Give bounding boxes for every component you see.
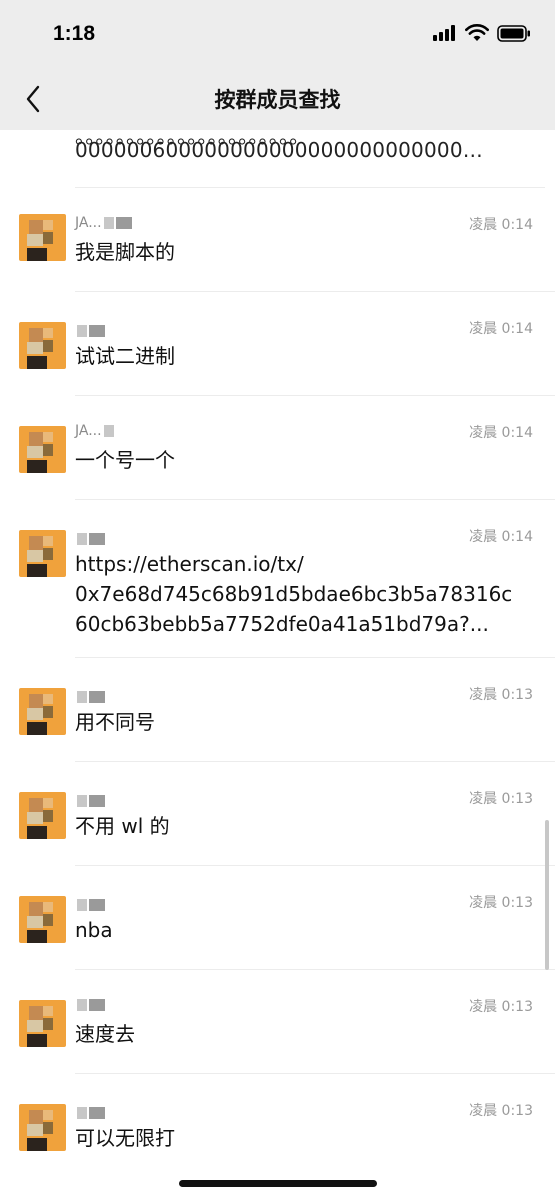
sender-name [75, 1104, 105, 1122]
wifi-icon [465, 24, 489, 41]
message-text: 一个号一个 [75, 448, 175, 472]
sender-name [75, 530, 105, 548]
sender-name [75, 688, 105, 706]
avatar[interactable] [19, 530, 66, 577]
sender-name [75, 896, 105, 914]
scrollbar[interactable] [545, 820, 549, 970]
message-text: 000000600000000000000000000000… [75, 138, 483, 162]
message-text: nba [75, 918, 113, 942]
message-text: 我是脚本的 [75, 240, 175, 264]
nav-bar: 按群成员查找 [0, 70, 555, 130]
message-time: 凌晨 0:14 [469, 321, 533, 337]
message-text: 速度去 [75, 1022, 135, 1046]
result-item-partial[interactable]: 。。。。。。。。。。。。。。。。。。。。。。 00000060000000000… [75, 130, 545, 188]
sender-name: JA... [75, 214, 132, 232]
message-time: 凌晨 0:13 [469, 999, 533, 1015]
result-item[interactable]: 凌晨 0:13 用不同号 [0, 658, 555, 762]
message-text: 不用 wl 的 [75, 814, 170, 838]
result-item[interactable]: 凌晨 0:13 速度去 [0, 970, 555, 1074]
avatar[interactable] [19, 792, 66, 839]
result-item[interactable]: JA... 凌晨 0:14 一个号一个 [0, 396, 555, 500]
message-text: 试试二进制 [75, 344, 175, 368]
cellular-signal-icon [433, 25, 455, 41]
avatar[interactable] [19, 896, 66, 943]
avatar[interactable] [19, 214, 66, 261]
status-icons [433, 24, 531, 42]
message-time: 凌晨 0:13 [469, 791, 533, 807]
avatar[interactable] [19, 1000, 66, 1047]
search-results-list[interactable]: 。。。。。。。。。。。。。。。。。。。。。。 00000060000000000… [0, 130, 555, 1200]
result-item[interactable]: 凌晨 0:14 试试二进制 [0, 292, 555, 396]
avatar[interactable] [19, 426, 66, 473]
avatar[interactable] [19, 1104, 66, 1151]
battery-icon [497, 24, 530, 42]
avatar[interactable] [19, 322, 66, 369]
sender-name [75, 792, 105, 810]
result-item[interactable]: 凌晨 0:13 不用 wl 的 [0, 762, 555, 866]
sender-name [75, 996, 105, 1014]
result-item[interactable]: 凌晨 0:13 nba [0, 866, 555, 970]
message-text: 可以无限打 [75, 1126, 175, 1150]
message-time: 凌晨 0:13 [469, 687, 533, 703]
message-text: 用不同号 [75, 710, 155, 734]
message-time: 凌晨 0:13 [469, 895, 533, 911]
result-item[interactable]: 凌晨 0:13 可以无限打 [0, 1074, 555, 1178]
sender-name [75, 322, 105, 340]
result-item[interactable]: JA... 凌晨 0:14 我是脚本的 [0, 188, 555, 292]
message-time: 凌晨 0:14 [469, 217, 533, 233]
status-bar: 1:18 [0, 0, 555, 70]
status-time: 1:18 [53, 22, 96, 45]
home-indicator[interactable] [179, 1180, 377, 1187]
page-title: 按群成员查找 [214, 88, 341, 112]
result-item[interactable]: 凌晨 0:14 https://etherscan.io/tx/ 0x7e68d… [0, 500, 555, 658]
message-time: 凌晨 0:14 [469, 425, 533, 441]
avatar[interactable] [19, 688, 66, 735]
message-time: 凌晨 0:14 [469, 529, 533, 545]
message-text: https://etherscan.io/tx/ 0x7e68d745c68b9… [75, 552, 513, 636]
sender-name: JA... [75, 422, 114, 440]
message-time: 凌晨 0:13 [469, 1103, 533, 1119]
